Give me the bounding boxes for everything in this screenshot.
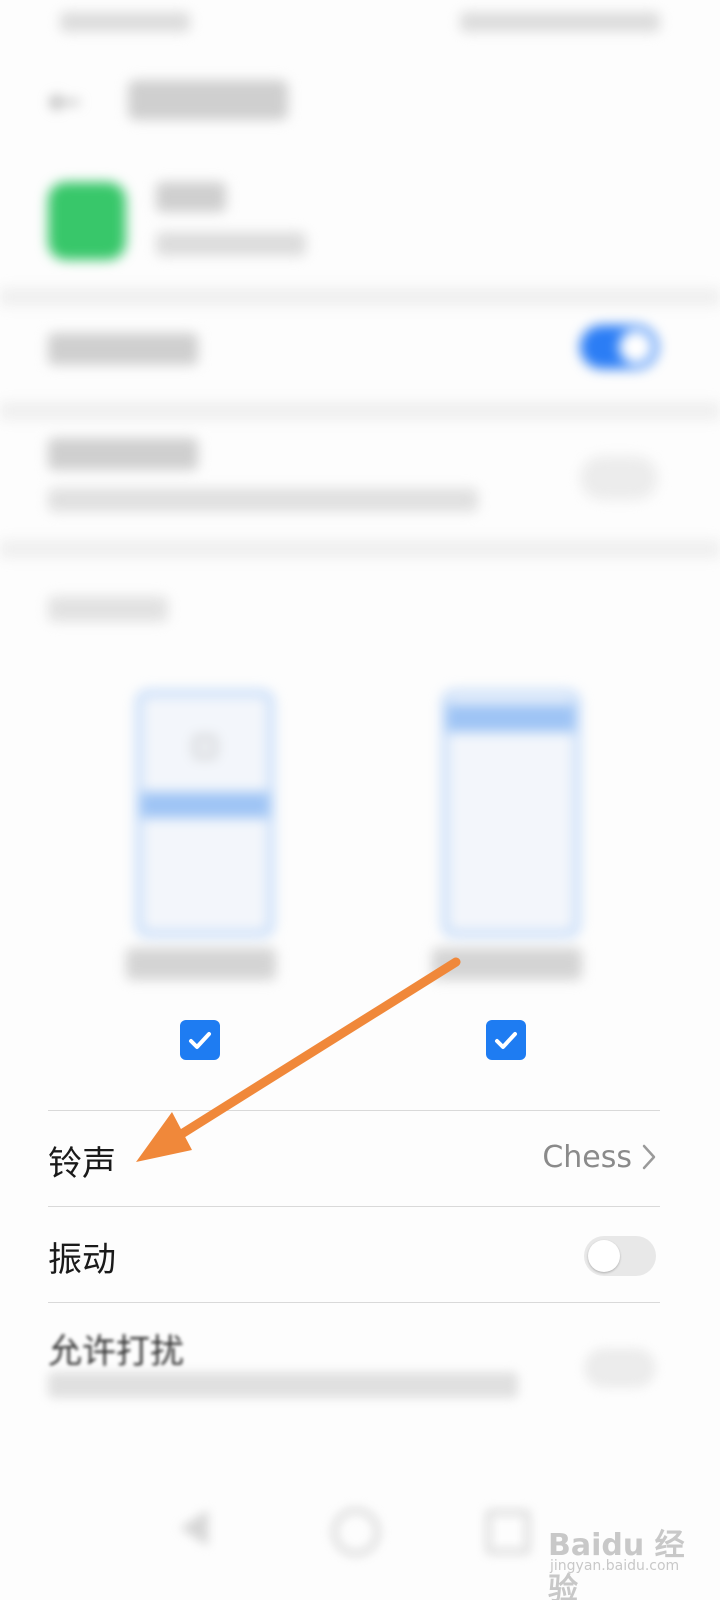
banner-checkbox[interactable] <box>486 1020 526 1060</box>
vibrate-row[interactable]: 振动 <box>0 1208 720 1302</box>
vibrate-label: 振动 <box>48 1240 116 1280</box>
app-subtitle <box>156 232 306 256</box>
divider <box>48 1302 660 1303</box>
section-separator <box>0 402 720 420</box>
app-name <box>156 182 226 212</box>
checkmark-icon <box>495 1032 517 1049</box>
back-arrow-icon[interactable]: ← <box>48 82 82 122</box>
allow-interrupt-label: 允许打扰 <box>48 1332 184 1372</box>
ringtone-value: Chess <box>542 1140 632 1175</box>
divider <box>48 1206 660 1207</box>
chevron-right-icon <box>642 1144 656 1170</box>
banner-caption <box>432 948 582 980</box>
status-icons <box>460 12 660 32</box>
display-style-previews <box>0 690 720 1000</box>
allow-notifications-label <box>48 333 198 365</box>
status-time <box>60 12 190 32</box>
banner-notifications-desc <box>48 488 478 512</box>
nav-home-icon[interactable] <box>332 1508 380 1556</box>
status-bar <box>0 0 720 50</box>
notification-settings-screen: ← 铃声 Chess 振动 允许打扰 Baidu 经验 jingyan.baid… <box>0 0 720 1600</box>
lockscreen-caption <box>126 948 276 980</box>
vibrate-toggle[interactable] <box>584 1236 656 1276</box>
allow-interrupt-desc <box>48 1372 518 1398</box>
app-info-row <box>0 170 720 280</box>
nav-recents-icon[interactable] <box>486 1510 530 1554</box>
allow-interrupt-row[interactable]: 允许打扰 <box>0 1310 720 1420</box>
lock-icon <box>194 736 216 758</box>
allow-notifications-toggle[interactable] <box>580 325 658 369</box>
checkmark-icon <box>189 1032 211 1049</box>
banner-notifications-row[interactable] <box>0 420 720 540</box>
divider <box>48 1110 660 1111</box>
allow-interrupt-toggle[interactable] <box>584 1348 656 1388</box>
banner-notifications-label <box>48 438 198 470</box>
app-icon <box>48 182 126 260</box>
watermark-url: jingyan.baidu.com <box>550 1558 680 1574</box>
section-separator <box>0 540 720 558</box>
header: ← <box>0 60 720 150</box>
preview-banner <box>448 704 574 732</box>
page-title <box>128 80 288 120</box>
ringtone-label: 铃声 <box>48 1144 116 1184</box>
preview-banner <box>142 792 268 818</box>
lockscreen-preview[interactable] <box>136 690 274 937</box>
banner-preview[interactable] <box>442 690 580 937</box>
banner-notifications-toggle[interactable] <box>580 456 658 500</box>
lockscreen-checkbox[interactable] <box>180 1020 220 1060</box>
display-section-label <box>48 596 168 622</box>
allow-notifications-row[interactable] <box>0 305 720 400</box>
baidu-watermark: Baidu 经验 jingyan.baidu.com <box>538 1516 698 1600</box>
section-separator <box>0 288 720 306</box>
nav-back-icon[interactable] <box>180 1510 208 1546</box>
ringtone-row[interactable]: 铃声 Chess <box>0 1112 720 1206</box>
